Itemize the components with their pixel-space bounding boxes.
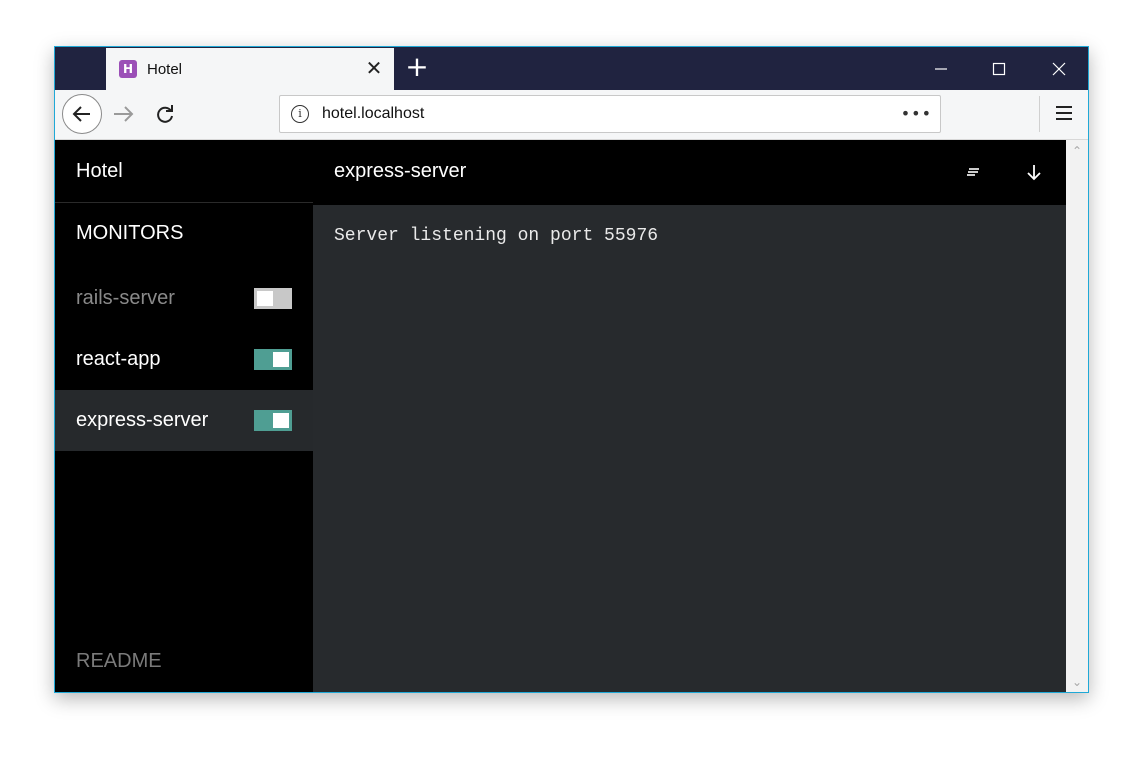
monitor-item-rails-server[interactable]: rails-server [55,268,313,329]
page-content: Hotel MONITORS rails-server react-app ex… [55,140,1088,692]
navigation-bar: i hotel.localhost ••• [55,90,1088,140]
info-icon[interactable]: i [291,105,309,123]
log-panel-header: express-server [313,140,1066,205]
monitor-label: express-server [76,409,209,431]
sidebar: Hotel MONITORS rails-server react-app ex… [55,140,313,692]
scroll-up-icon[interactable]: ⌃ [1066,142,1088,160]
arrow-right-icon [114,106,134,122]
monitor-label: rails-server [76,287,175,309]
browser-window: H Hotel ✕ + i hotel.localhost ••• Hotel … [54,46,1089,693]
forward-button[interactable] [111,102,135,126]
close-icon[interactable] [1030,47,1088,90]
monitor-label: react-app [76,348,161,370]
scrollbar[interactable]: ⌃ ⌄ [1066,140,1088,692]
monitor-toggle[interactable] [254,349,292,370]
url-bar[interactable]: i hotel.localhost ••• [279,95,941,133]
arrow-left-icon [72,106,90,122]
tab-title: Hotel [147,60,183,78]
monitor-toggle[interactable] [254,288,292,309]
tab-close-icon[interactable]: ✕ [364,57,384,79]
new-tab-button[interactable]: + [403,53,431,83]
log-line: Server listening on port 55976 [334,226,659,246]
back-button[interactable] [62,94,102,134]
page-actions-icon[interactable]: ••• [901,104,932,123]
url-text[interactable]: hotel.localhost [322,105,424,123]
monitor-toggle[interactable] [254,410,292,431]
log-panel-title: express-server [334,160,467,182]
maximize-icon[interactable] [970,47,1028,90]
app-title[interactable]: Hotel [55,140,313,203]
toolbar-divider [1039,96,1040,132]
monitors-heading: MONITORS [76,222,184,244]
readme-link[interactable]: README [76,650,162,673]
wrap-lines-icon[interactable] [963,162,983,182]
browser-tab-hotel[interactable]: H Hotel ✕ [106,48,394,90]
log-panel: express-server Server listening on port … [313,140,1066,692]
scroll-to-bottom-icon[interactable] [1023,161,1045,183]
hotel-favicon-icon: H [119,60,137,78]
monitor-item-express-server[interactable]: express-server [55,390,313,451]
monitor-item-react-app[interactable]: react-app [55,329,313,390]
scroll-down-icon[interactable]: ⌄ [1066,673,1088,691]
tab-bar: H Hotel ✕ + [55,47,1088,90]
hamburger-menu-icon[interactable] [1052,101,1076,125]
minimize-icon[interactable] [912,47,970,90]
reload-icon [157,105,173,123]
reload-button[interactable] [153,102,177,126]
